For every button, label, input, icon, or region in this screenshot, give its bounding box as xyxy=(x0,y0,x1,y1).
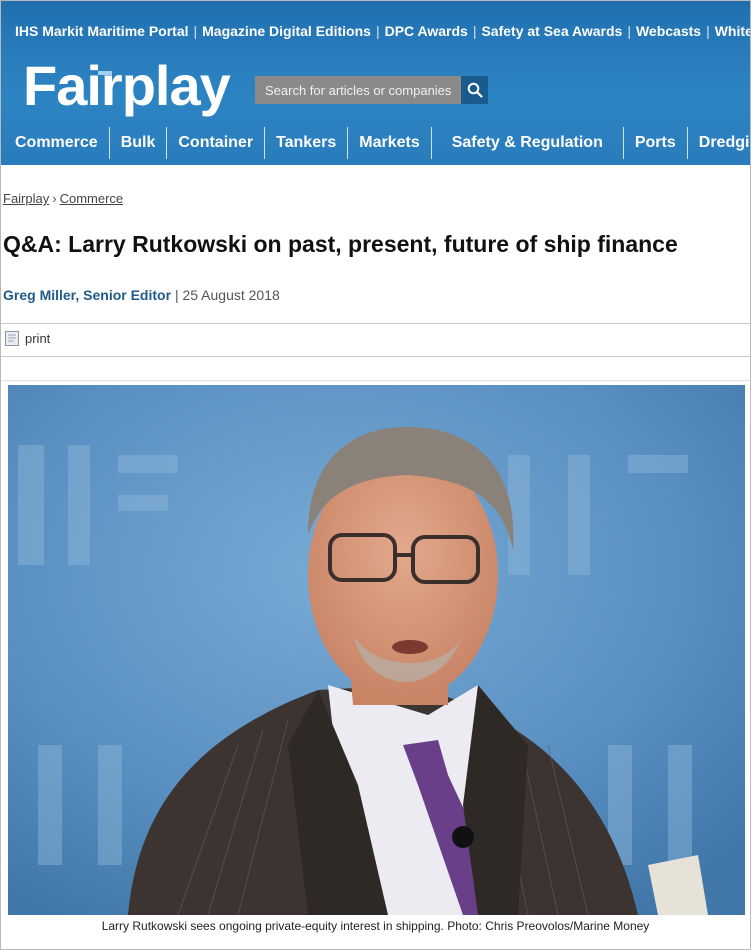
separator: | xyxy=(193,23,198,39)
divider xyxy=(1,380,750,381)
nav-tankers[interactable]: Tankers xyxy=(265,127,349,159)
nav-bulk[interactable]: Bulk xyxy=(110,127,168,159)
divider xyxy=(1,323,750,324)
portrait-illustration xyxy=(8,385,745,915)
article-title: Q&A: Larry Rutkowski on past, present, f… xyxy=(3,231,678,257)
nav-dredging[interactable]: Dredging xyxy=(688,127,750,159)
breadcrumb-home[interactable]: Fairplay xyxy=(3,191,49,206)
site-header: IHS Markit Maritime Portal | Magazine Digi… xyxy=(1,1,750,165)
byline: Greg Miller, Senior Editor | 25 August 2… xyxy=(3,287,280,303)
publish-date: 25 August 2018 xyxy=(182,287,280,303)
nav-safety-regulation[interactable]: Safety & Regulation xyxy=(432,127,624,159)
breadcrumb-separator: › xyxy=(52,191,57,206)
search-input[interactable] xyxy=(255,76,461,104)
nav-container[interactable]: Container xyxy=(167,127,266,159)
breadcrumb-section[interactable]: Commerce xyxy=(60,191,124,206)
print-label: print xyxy=(25,331,51,346)
logo-accent xyxy=(98,71,112,75)
page-frame: IHS Markit Maritime Portal | Magazine Digi… xyxy=(0,0,751,950)
separator: | xyxy=(472,23,477,39)
main-nav: Commerce Bulk Container Tankers Markets … xyxy=(1,127,750,159)
article-photo xyxy=(8,385,745,915)
separator: | xyxy=(706,23,710,39)
top-links-bar: IHS Markit Maritime Portal | Magazine Digi… xyxy=(15,23,750,39)
divider xyxy=(1,356,750,357)
author-name[interactable]: Greg Miller, Senior Editor xyxy=(3,287,171,303)
search-button[interactable] xyxy=(461,76,488,104)
top-link-webcasts[interactable]: Webcasts xyxy=(636,23,701,39)
top-link-digital-editions[interactable]: Magazine Digital Editions xyxy=(202,23,371,39)
search-icon xyxy=(467,82,483,98)
photo-caption: Larry Rutkowski sees ongoing private-equ… xyxy=(101,919,650,933)
separator: | xyxy=(375,23,380,39)
nav-commerce[interactable]: Commerce xyxy=(1,127,110,159)
print-button[interactable]: print xyxy=(4,330,50,347)
nav-markets[interactable]: Markets xyxy=(348,127,432,159)
document-icon xyxy=(5,331,19,346)
fairplay-logo[interactable]: Fairplay xyxy=(23,53,231,118)
separator: | xyxy=(627,23,631,39)
top-link-whitepapers[interactable]: Whitepape xyxy=(715,23,750,39)
breadcrumb: Fairplay › Commerce xyxy=(3,191,123,206)
top-link-dpc-awards[interactable]: DPC Awards xyxy=(385,23,468,39)
top-link-safety-awards[interactable]: Safety at Sea Awards xyxy=(481,23,622,39)
top-link-maritime-portal[interactable]: IHS Markit Maritime Portal xyxy=(15,23,189,39)
nav-ports[interactable]: Ports xyxy=(624,127,688,159)
